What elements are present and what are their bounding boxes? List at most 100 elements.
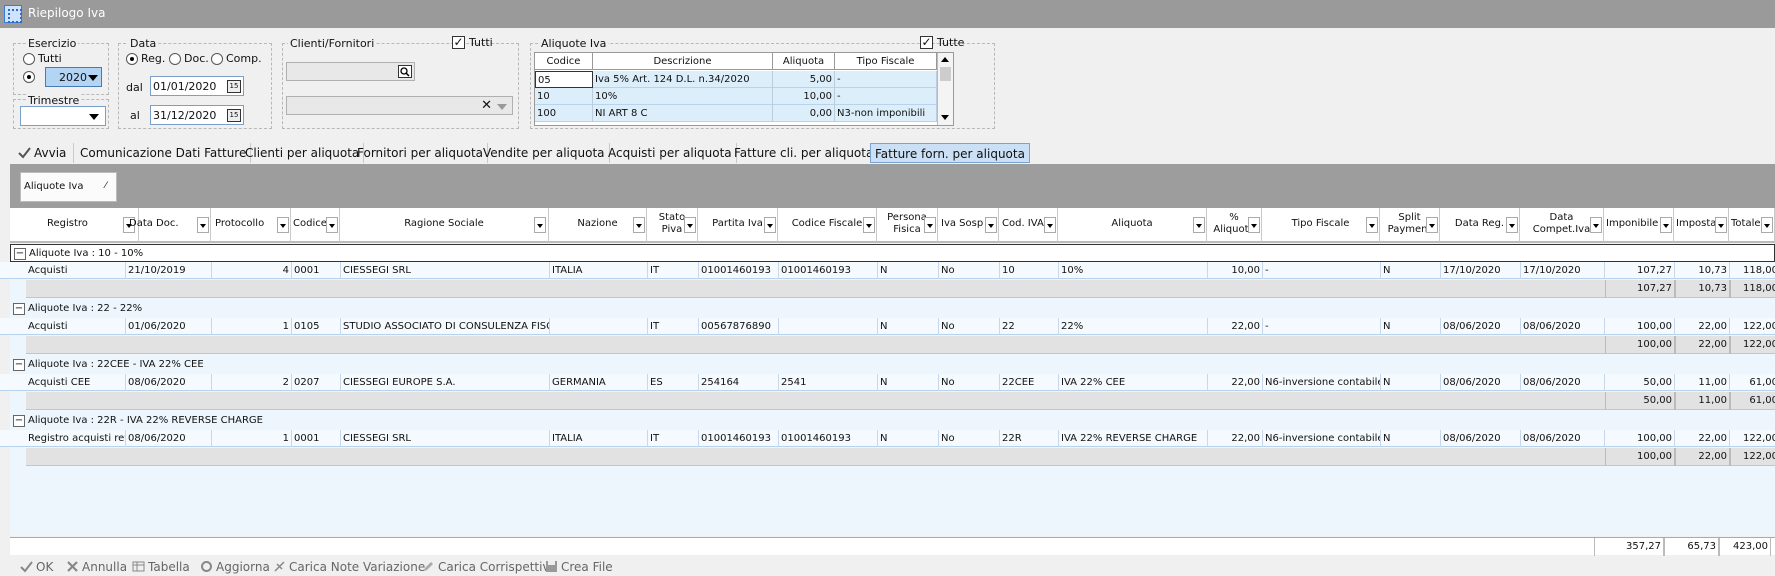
total-imposta: 65,73 (1664, 538, 1719, 556)
table-row[interactable]: Registro acquisti reve 08/06/2020 1 0001 CIE… (0, 430, 1775, 447)
aliquote-col-tipo[interactable]: Tipo Fiscale (835, 53, 937, 70)
col-ragione-sociale[interactable]: Ragione Sociale (340, 208, 549, 242)
col-data-compet[interactable]: Data Compet.Iva (1520, 208, 1604, 242)
search-icon[interactable] (398, 65, 412, 78)
aliquote-col-aliquota[interactable]: Aliquota (773, 53, 835, 70)
col-perc-aliquota[interactable]: % Aliquota (1207, 208, 1262, 242)
group-header-row[interactable]: − Aliquote Iva : 10 - 10% (10, 244, 1775, 262)
group-by-chip[interactable]: Aliquote Iva ⁄ (20, 172, 117, 202)
data-reg-radio[interactable] (126, 53, 138, 65)
aliquote-scrollbar[interactable] (937, 53, 953, 125)
dal-date-field[interactable]: 01/01/2020 15 (150, 76, 244, 96)
crea-file-button[interactable]: Crea File (545, 559, 613, 575)
group-header-row[interactable]: − Aliquote Iva : 22CEE - IVA 22% CEE (10, 356, 1775, 374)
check-icon (18, 147, 31, 159)
esercizio-label: Esercizio (26, 37, 79, 50)
subtotal-imposta: 22,00 (1675, 336, 1730, 354)
tab-label: Comunicazione Dati Fatture (80, 146, 247, 160)
col-cod-iva[interactable]: Cod. IVA (999, 208, 1058, 242)
scroll-thumb[interactable] (940, 67, 951, 81)
col-data-reg[interactable]: Data Reg. (1440, 208, 1520, 242)
cell-tipo: - (1263, 262, 1381, 279)
chevron-down-icon[interactable] (497, 104, 507, 110)
scroll-up-icon[interactable] (941, 57, 949, 62)
table-icon (132, 561, 145, 572)
aliquote-tutte-checkbox[interactable]: ✓ (920, 36, 933, 49)
clienti-tutti-checkbox[interactable]: ✓ (452, 36, 465, 49)
close-icon (67, 561, 78, 572)
col-data-doc[interactable]: Data Doc. (125, 208, 211, 242)
carica-note-button[interactable]: Carica Note Variazione (273, 559, 425, 575)
col-split-payment[interactable]: Split Payment (1380, 208, 1440, 242)
col-codice-fiscale[interactable]: Codice Fiscale (778, 208, 877, 242)
col-aliquota[interactable]: Aliquota (1058, 208, 1207, 242)
tab-clienti[interactable]: Clienti per aliquota (241, 143, 365, 163)
tab-fornitori[interactable]: Fornitori per aliquota (353, 143, 488, 163)
aliquote-col-descrizione[interactable]: Descrizione (593, 53, 773, 70)
app-icon (4, 5, 22, 23)
aliquote-row[interactable]: 10 10% 10,00 - (535, 88, 937, 105)
clear-icon[interactable]: ✕ (481, 97, 492, 114)
table-row[interactable]: Acquisti 21/10/2019 4 0001 CIESSEGI SRL ITALI… (0, 262, 1775, 279)
data-comp-radio[interactable] (211, 53, 223, 65)
al-date-field[interactable]: 31/12/2020 15 (150, 105, 244, 125)
aliquote-row[interactable]: 05 Iva 5% Art. 124 D.L. n.34/2020 5,00 - (535, 71, 937, 88)
aliquote-cell: N3-non imponibili (835, 105, 937, 122)
cliente-search-field[interactable] (286, 62, 415, 81)
col-protocollo[interactable]: Protocollo (211, 208, 291, 242)
clienti-group (282, 43, 519, 129)
col-registro[interactable]: Registro (25, 208, 139, 242)
tab-comunicazione[interactable]: Comunicazione Dati Fatture (76, 143, 252, 163)
calendar-icon[interactable]: 15 (227, 109, 241, 122)
cell-imposta: 22,00 (1675, 430, 1730, 447)
total-imponibile: 357,27 (1594, 538, 1664, 556)
table-row[interactable]: Acquisti 01/06/2020 1 0105 STUDIO ASSOCIATO … (0, 318, 1775, 335)
col-iva-sosp[interactable]: Iva Sosp (938, 208, 999, 242)
cell-registro: Acquisti CEE (26, 374, 126, 391)
collapse-icon[interactable]: − (13, 415, 25, 427)
esercizio-tutti-radio[interactable] (23, 53, 35, 65)
data-doc-label: Doc. (184, 52, 209, 65)
tab-fatture-cli[interactable]: Fatture cli. per aliquota (730, 143, 879, 163)
cliente-select-field[interactable]: ✕ (286, 96, 513, 115)
ok-button[interactable]: OK (20, 559, 53, 575)
tab-acquisti[interactable]: Acquisti per aliquota (604, 143, 737, 163)
annulla-button[interactable]: Annulla (66, 559, 127, 575)
collapse-icon[interactable]: − (13, 359, 25, 371)
table-row[interactable]: Acquisti CEE 08/06/2020 2 0207 CIESSEGI EURO… (0, 374, 1775, 391)
col-partita-iva[interactable]: Partita Iva (698, 208, 778, 242)
tabella-button[interactable]: Tabella (132, 559, 190, 575)
col-persona-fisica[interactable]: Persona Fisica (877, 208, 938, 242)
aliquote-col-codice[interactable]: Codice (535, 53, 593, 70)
esercizio-year-radio[interactable] (23, 71, 35, 83)
grid-header: Registro Data Doc. Protocollo Codice Rag… (10, 208, 1775, 242)
esercizio-year-select[interactable]: 2020 (45, 67, 102, 87)
col-imposta[interactable]: Imposta (1674, 208, 1729, 242)
trimestre-select[interactable] (20, 106, 106, 126)
carica-corrispettivi-button[interactable]: Carica Corrispettivi (422, 559, 553, 575)
scroll-down-icon[interactable] (941, 115, 949, 120)
tab-label: Fornitori per aliquota (357, 146, 483, 160)
aliquote-row[interactable]: 100 NI ART 8 C 0,00 N3-non imponibili (535, 105, 937, 122)
subtotal-imponibile: 107,27 (1605, 280, 1675, 298)
col-stato-piva[interactable]: Stato Piva (647, 208, 698, 242)
tab-vendite[interactable]: Vendite per aliquota (479, 143, 610, 163)
cell-tipo: N6-inversione contabile (1263, 374, 1381, 391)
col-codice[interactable]: Codice (291, 208, 340, 242)
data-doc-radio[interactable] (169, 53, 181, 65)
calendar-icon[interactable]: 15 (227, 80, 241, 93)
col-nazione[interactable]: Nazione (549, 208, 647, 242)
col-tipo-fiscale[interactable]: Tipo Fiscale (1262, 208, 1380, 242)
tab-fatture-forn[interactable]: Fatture forn. per aliquota (870, 143, 1030, 163)
col-totale[interactable]: Totale (1729, 208, 1775, 242)
group-header-row[interactable]: − Aliquote Iva : 22R - IVA 22% REVERSE CH… (10, 412, 1775, 430)
avvia-button[interactable]: Avvia (14, 143, 74, 163)
col-imponibile[interactable]: Imponibile (1604, 208, 1674, 242)
aliquote-cell: 10,00 (773, 88, 835, 105)
group-header-row[interactable]: − Aliquote Iva : 22 - 22% (10, 300, 1775, 318)
aggiorna-button[interactable]: Aggiorna (200, 559, 270, 575)
collapse-icon[interactable]: − (14, 248, 26, 260)
collapse-icon[interactable]: − (13, 303, 25, 315)
cell-registro: Acquisti (26, 262, 126, 279)
cell-imponibile: 100,00 (1605, 430, 1675, 447)
